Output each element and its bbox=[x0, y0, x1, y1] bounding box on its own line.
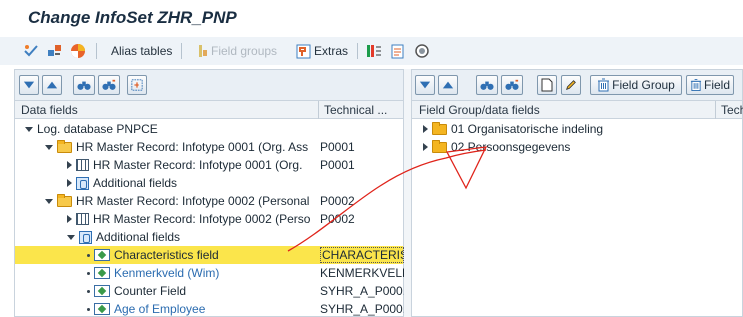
annotation-arrow-overlay bbox=[287, 146, 488, 252]
annotation-arrow-curve bbox=[287, 149, 487, 252]
